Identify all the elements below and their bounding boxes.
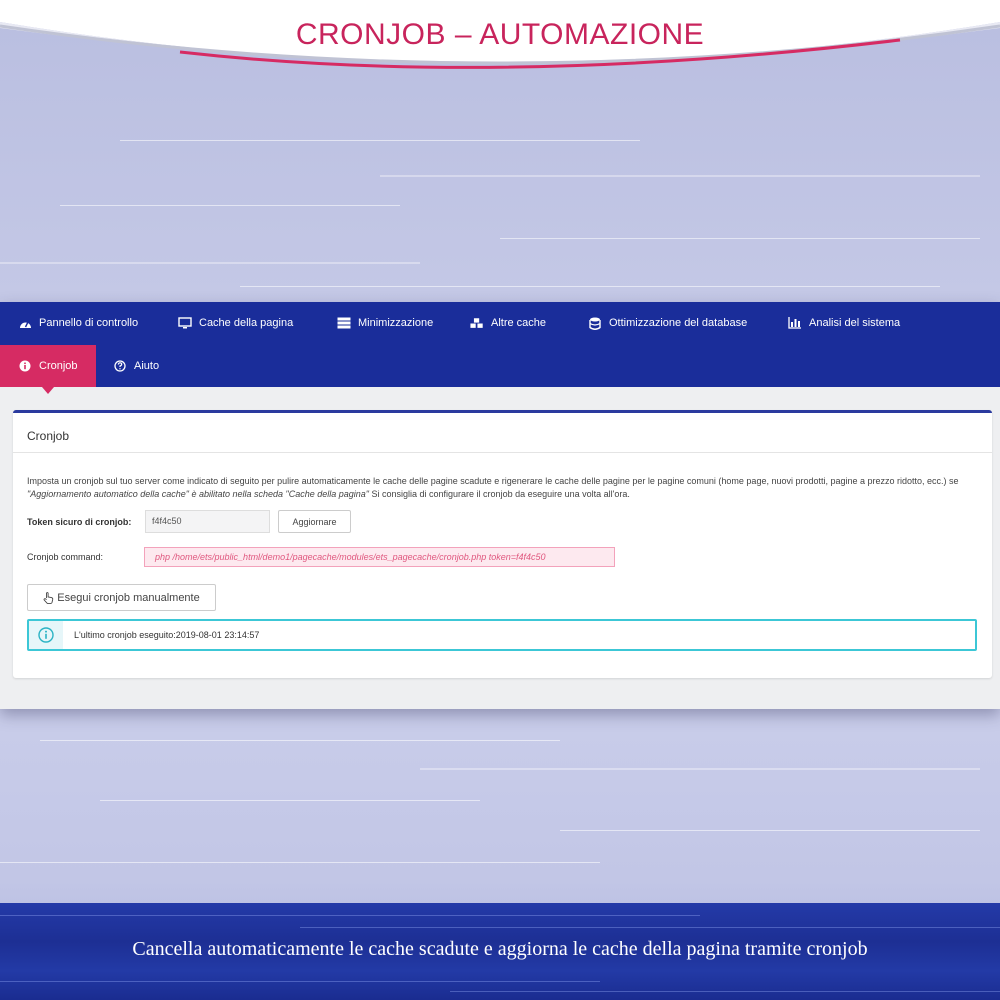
info-circle-icon: [38, 627, 54, 643]
server-icon: [337, 316, 351, 330]
tab-label: Cache della pagina: [199, 317, 294, 329]
question-circle-icon: [113, 359, 127, 373]
footer-banner: Cancella automaticamente le cache scadut…: [0, 903, 1000, 1000]
bar-chart-icon: [788, 316, 802, 330]
card-title: Cronjob: [27, 429, 70, 443]
tab-pannello-di-controllo[interactable]: Pannello di controllo: [18, 302, 138, 344]
footer-caption: Cancella automaticamente le cache scadut…: [132, 938, 868, 960]
description-text-end: Si consiglia di configurare il cronjob d…: [369, 489, 630, 499]
tab-label: Cronjob: [39, 360, 78, 372]
tab-minimizzazione[interactable]: Minimizzazione: [337, 302, 433, 344]
tab-label: Minimizzazione: [358, 317, 434, 329]
tab-cronjob[interactable]: Cronjob: [0, 345, 96, 387]
command-label: Cronjob command:: [27, 552, 104, 562]
tab-label: Pannello di controllo: [39, 317, 139, 329]
run-cronjob-button[interactable]: Esegui cronjob manualmente: [27, 584, 216, 611]
tab-label: Analisi del sistema: [809, 317, 901, 329]
page-title: CRONJOB – AUTOMAZIONE: [295, 18, 705, 51]
cronjob-card: Cronjob Imposta un cronjob sul tuo serve…: [13, 410, 992, 678]
hand-pointer-icon: [43, 591, 54, 604]
header-banner: CRONJOB – AUTOMAZIONE: [0, 0, 1000, 90]
token-input[interactable]: f4f4c50: [145, 510, 270, 533]
cronjob-description: Imposta un cronjob sul tuo server come i…: [27, 475, 977, 501]
tab-label: Ottimizzazione del database: [609, 317, 748, 329]
module-screenshot: Pannello di controllo Cache della pagina…: [0, 302, 1000, 709]
cubes-icon: [470, 316, 484, 330]
tab-altre-cache[interactable]: Altre cache: [470, 302, 546, 344]
last-run-alert: L'ultimo cronjob eseguito:2019-08-01 23:…: [27, 619, 977, 651]
dashboard-icon: [18, 316, 32, 330]
card-divider: [13, 452, 992, 453]
tab-ottimizzazione-database[interactable]: Ottimizzazione del database: [588, 302, 747, 344]
module-nav: Pannello di controllo Cache della pagina…: [0, 302, 1000, 387]
tab-analisi-del-sistema[interactable]: Analisi del sistema: [788, 302, 900, 344]
tab-label: Aiuto: [134, 360, 160, 372]
last-run-text: L'ultimo cronjob eseguito:2019-08-01 23:…: [74, 630, 260, 640]
run-cronjob-label: Esegui cronjob manualmente: [57, 591, 200, 604]
active-tab-caret: [42, 387, 54, 394]
monitor-icon: [178, 316, 192, 330]
alert-icon-area: [29, 621, 63, 649]
tab-aiuto[interactable]: Aiuto: [113, 345, 159, 387]
update-token-button[interactable]: Aggiornare: [278, 510, 351, 533]
cronjob-command[interactable]: php /home/ets/public_html/demo1/pagecach…: [144, 547, 615, 567]
database-icon: [588, 316, 602, 330]
token-label: Token sicuro di cronjob:: [27, 517, 132, 527]
tab-label: Altre cache: [491, 317, 547, 329]
tab-cache-della-pagina[interactable]: Cache della pagina: [178, 302, 293, 344]
info-circle-icon: [18, 359, 32, 373]
description-text: Imposta un cronjob sul tuo server come i…: [27, 476, 959, 486]
description-emphasis: "Aggiornamento automatico della cache" è…: [27, 489, 369, 499]
